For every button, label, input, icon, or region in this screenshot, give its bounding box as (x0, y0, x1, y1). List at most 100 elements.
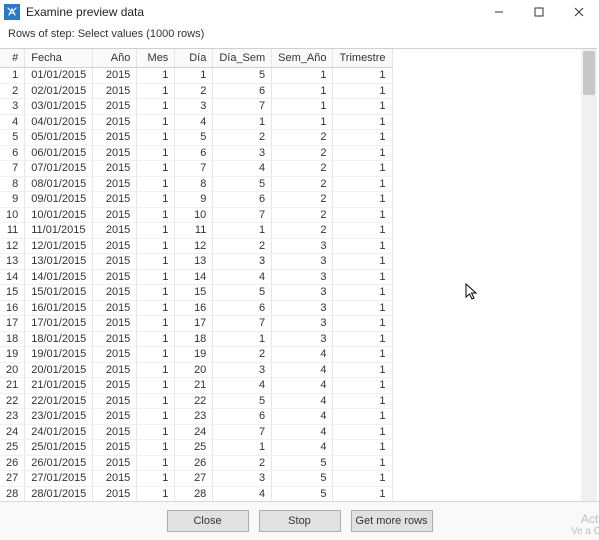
cell-i: 2 (0, 83, 25, 99)
cell-i: 22 (0, 393, 25, 409)
cell-dia: 14 (175, 269, 213, 285)
cell-mes: 1 (137, 486, 175, 502)
table-row[interactable]: 505/01/2015201515221 (0, 130, 392, 146)
stop-button[interactable]: Stop (259, 510, 341, 532)
cell-anio: 2015 (93, 114, 137, 130)
col-header-mes[interactable]: Mes (137, 49, 175, 68)
col-header-dia[interactable]: Día (175, 49, 213, 68)
app-icon (4, 4, 20, 20)
table-row[interactable]: 2020/01/20152015120341 (0, 362, 392, 378)
cell-dsem: 5 (213, 176, 272, 192)
maximize-button[interactable] (519, 0, 559, 24)
table-row[interactable]: 1818/01/20152015118131 (0, 331, 392, 347)
cell-i: 19 (0, 347, 25, 363)
cell-trim: 1 (333, 362, 392, 378)
cell-trim: 1 (333, 99, 392, 115)
cell-trim: 1 (333, 254, 392, 270)
table-row[interactable]: 2424/01/20152015124741 (0, 424, 392, 440)
table-row[interactable]: 1515/01/20152015115531 (0, 285, 392, 301)
minimize-button[interactable] (479, 0, 519, 24)
cell-fecha: 17/01/2015 (25, 316, 93, 332)
cell-dsem: 7 (213, 207, 272, 223)
table-row[interactable]: 707/01/2015201517421 (0, 161, 392, 177)
cell-anio: 2015 (93, 238, 137, 254)
table-row[interactable]: 1010/01/20152015110721 (0, 207, 392, 223)
cell-sanio: 3 (272, 300, 333, 316)
table-row[interactable]: 2323/01/20152015123641 (0, 409, 392, 425)
table-row[interactable]: 1212/01/20152015112231 (0, 238, 392, 254)
cell-dsem: 5 (213, 68, 272, 84)
table-row[interactable]: 2121/01/20152015121441 (0, 378, 392, 394)
cell-anio: 2015 (93, 316, 137, 332)
cell-mes: 1 (137, 254, 175, 270)
cell-i: 1 (0, 68, 25, 84)
titlebar[interactable]: Examine preview data (0, 0, 599, 24)
cell-mes: 1 (137, 347, 175, 363)
cell-mes: 1 (137, 300, 175, 316)
table-row[interactable]: 2222/01/20152015122541 (0, 393, 392, 409)
vertical-scrollbar[interactable] (581, 49, 597, 502)
table-row[interactable]: 1616/01/20152015116631 (0, 300, 392, 316)
cell-mes: 1 (137, 207, 175, 223)
table-scroll[interactable]: # Fecha Año Mes Día Día_Sem Sem_Año Trim… (0, 49, 581, 502)
table-row[interactable]: 2626/01/20152015126251 (0, 455, 392, 471)
table-row[interactable]: 2828/01/20152015128451 (0, 486, 392, 502)
cell-mes: 1 (137, 285, 175, 301)
cell-dia: 25 (175, 440, 213, 456)
cell-sanio: 1 (272, 99, 333, 115)
cell-trim: 1 (333, 130, 392, 146)
table-row[interactable]: 606/01/2015201516321 (0, 145, 392, 161)
cell-dia: 27 (175, 471, 213, 487)
close-window-button[interactable] (559, 0, 599, 24)
cell-fecha: 09/01/2015 (25, 192, 93, 208)
cell-fecha: 12/01/2015 (25, 238, 93, 254)
cell-mes: 1 (137, 455, 175, 471)
cell-dia: 9 (175, 192, 213, 208)
cell-i: 13 (0, 254, 25, 270)
cell-fecha: 18/01/2015 (25, 331, 93, 347)
cell-dia: 11 (175, 223, 213, 239)
cell-trim: 1 (333, 378, 392, 394)
table-row[interactable]: 808/01/2015201518521 (0, 176, 392, 192)
table-row[interactable]: 303/01/2015201513711 (0, 99, 392, 115)
cell-dia: 7 (175, 161, 213, 177)
cell-mes: 1 (137, 99, 175, 115)
cell-i: 18 (0, 331, 25, 347)
table-row[interactable]: 101/01/2015201511511 (0, 68, 392, 84)
table-row[interactable]: 1919/01/20152015119241 (0, 347, 392, 363)
table-row[interactable]: 2525/01/20152015125141 (0, 440, 392, 456)
cell-mes: 1 (137, 68, 175, 84)
table-row[interactable]: 404/01/2015201514111 (0, 114, 392, 130)
cell-trim: 1 (333, 161, 392, 177)
table-row[interactable]: 909/01/2015201519621 (0, 192, 392, 208)
col-header-sem-anio[interactable]: Sem_Año (272, 49, 333, 68)
table-row[interactable]: 2727/01/20152015127351 (0, 471, 392, 487)
col-header-index[interactable]: # (0, 49, 25, 68)
scrollbar-thumb[interactable] (583, 51, 595, 95)
col-header-anio[interactable]: Año (93, 49, 137, 68)
table-row[interactable]: 1414/01/20152015114431 (0, 269, 392, 285)
cell-mes: 1 (137, 316, 175, 332)
cell-anio: 2015 (93, 145, 137, 161)
table-row[interactable]: 1717/01/20152015117731 (0, 316, 392, 332)
get-more-rows-button[interactable]: Get more rows (351, 510, 433, 532)
table-row[interactable]: 1313/01/20152015113331 (0, 254, 392, 270)
col-header-fecha[interactable]: Fecha (25, 49, 93, 68)
close-button[interactable]: Close (167, 510, 249, 532)
cell-trim: 1 (333, 192, 392, 208)
cell-mes: 1 (137, 238, 175, 254)
cell-anio: 2015 (93, 254, 137, 270)
cell-i: 25 (0, 440, 25, 456)
cell-i: 7 (0, 161, 25, 177)
cell-trim: 1 (333, 238, 392, 254)
cell-fecha: 01/01/2015 (25, 68, 93, 84)
table-row[interactable]: 202/01/2015201512611 (0, 83, 392, 99)
cell-trim: 1 (333, 300, 392, 316)
cell-mes: 1 (137, 223, 175, 239)
table-row[interactable]: 1111/01/20152015111121 (0, 223, 392, 239)
col-header-dia-sem[interactable]: Día_Sem (213, 49, 272, 68)
cell-dsem: 2 (213, 130, 272, 146)
cell-dsem: 2 (213, 347, 272, 363)
col-header-trimestre[interactable]: Trimestre (333, 49, 392, 68)
cell-trim: 1 (333, 145, 392, 161)
